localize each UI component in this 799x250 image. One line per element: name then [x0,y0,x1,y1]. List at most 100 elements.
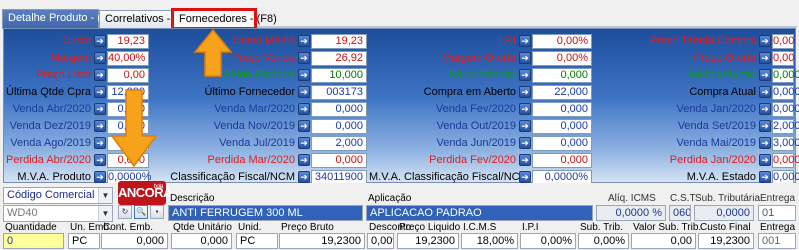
brand-logo: ANCORA bola [118,181,173,205]
field-value[interactable]: 0,000 [532,153,592,168]
item-field[interactable]: 19,2300 [397,233,459,249]
field-value[interactable]: 0,00% [532,34,592,49]
tab-correlativos[interactable]: Correlativos - (F7) [99,10,194,28]
column-header: Entrega [760,222,796,233]
item-field[interactable]: 0,00% [520,233,576,249]
arrow-right-icon[interactable]: ➔ [519,171,531,183]
field-value[interactable]: 003173 [311,85,367,100]
item-field[interactable]: 19,2300 [279,233,365,249]
field-label: Custo [62,35,91,47]
field-label: Venda Fev/2020 [435,103,516,115]
field-value[interactable]: 0,00 [107,68,149,83]
arrow-right-icon[interactable]: ➔ [94,69,106,81]
arrow-right-icon[interactable]: ➔ [298,171,310,183]
arrow-right-icon[interactable]: ➔ [519,69,531,81]
item-field[interactable]: 001 [758,233,796,249]
field-value[interactable]: 0,000 [532,119,592,134]
field-value[interactable]: 0,000 [532,136,592,151]
column-header: I.P.I [522,222,539,233]
field-value[interactable]: 2,000 [311,136,367,151]
field-value[interactable]: 0,000 [532,68,592,83]
arrow-right-icon[interactable]: ➔ [519,137,531,149]
tab-detalhe-produto[interactable]: Detalhe Produto - (F6) [2,9,117,29]
chevron-down-icon[interactable]: ▼ [98,188,112,203]
field-value[interactable]: 19,23 [311,34,367,49]
field-value[interactable]: 10,000 [311,68,367,83]
field-value[interactable]: 0,000 [772,102,799,117]
field-value[interactable]: 19,23 [107,34,149,49]
field-value[interactable]: 0,000 [772,153,799,168]
refresh-icon[interactable]: ↻ [118,205,132,219]
arrow-right-icon[interactable]: ➔ [759,171,771,183]
field-value[interactable]: 40,00% [107,51,149,66]
code-type-select[interactable]: Código Comercial ▼ [3,187,113,204]
delivery-label: Entrega [760,193,796,204]
item-field[interactable]: 0,000 [171,233,232,249]
arrow-right-icon[interactable]: ➔ [94,171,106,183]
arrow-right-icon[interactable]: ➔ [298,137,310,149]
item-field[interactable]: 0,00% [578,233,629,249]
column-header: Preço Bruto [281,222,334,233]
arrow-right-icon[interactable]: ➔ [519,120,531,132]
field-value[interactable]: 22,000 [532,85,592,100]
field-value[interactable]: 0,000 [532,102,592,117]
field-value[interactable]: 0,000 [311,102,367,117]
item-field[interactable]: 0,00 [631,233,696,249]
field-label: Perdida Abr/2020 [5,154,91,166]
search-icon[interactable]: 🔍 [134,205,148,219]
arrow-right-icon[interactable]: ➔ [298,69,310,81]
item-field[interactable]: 0 [3,233,64,249]
field-value[interactable]: 2,000 [772,119,799,134]
arrow-right-icon[interactable]: ➔ [759,154,771,166]
code-input[interactable]: WD40 ▼ [3,205,113,222]
arrow-right-icon[interactable]: ➔ [759,86,771,98]
field-value[interactable]: 26,92 [311,51,367,66]
field-label: Venda Jan/2020 [676,103,756,115]
arrow-right-icon[interactable]: ➔ [519,103,531,115]
chevron-down-icon[interactable]: ▼ [98,206,112,221]
item-field[interactable]: 0,00% [367,233,394,249]
field-label: Venda Set/2019 [677,120,756,132]
field-value[interactable]: 0,00 [772,34,794,49]
arrow-right-icon[interactable]: ➔ [298,35,310,47]
field-value[interactable]: 0,00 [772,51,794,66]
arrow-right-icon[interactable]: ➔ [94,52,106,64]
field-value[interactable]: 0,000 [311,119,367,134]
item-field[interactable]: 19,2300 [698,233,754,249]
arrow-right-icon[interactable]: ➔ [298,86,310,98]
field-value[interactable]: 0,000 [311,153,367,168]
field-label: Venda Mar/2020 [214,103,295,115]
arrow-right-icon[interactable]: ➔ [759,52,771,64]
item-field[interactable]: PC [236,233,278,249]
arrow-right-icon[interactable]: ➔ [298,120,310,132]
arrow-right-icon[interactable]: ➔ [759,137,771,149]
menu-icon[interactable]: ▪ [150,205,164,219]
arrow-right-icon[interactable]: ➔ [94,86,106,98]
item-field[interactable]: PC [68,233,100,249]
field-label: Venda Mai/2019 [676,137,756,149]
arrow-right-icon[interactable]: ➔ [94,120,106,132]
arrow-right-icon[interactable]: ➔ [298,154,310,166]
arrow-right-icon[interactable]: ➔ [94,103,106,115]
field-value[interactable]: 0,000 [772,85,799,100]
arrow-right-icon[interactable]: ➔ [519,86,531,98]
arrow-right-icon[interactable]: ➔ [298,103,310,115]
arrow-right-icon[interactable]: ➔ [94,35,106,47]
field-value[interactable]: 0,000 [772,68,799,83]
arrow-right-icon[interactable]: ➔ [519,35,531,47]
arrow-right-icon[interactable]: ➔ [759,69,771,81]
arrow-right-icon[interactable]: ➔ [759,120,771,132]
arrow-right-icon[interactable]: ➔ [519,52,531,64]
tab-fornecedores[interactable]: Fornecedores - (F8) [171,8,277,30]
arrow-right-icon[interactable]: ➔ [94,154,106,166]
item-field[interactable]: 18,00% [461,233,518,249]
brand-logo-small: bola [153,184,164,190]
arrow-right-icon[interactable]: ➔ [94,137,106,149]
arrow-right-icon[interactable]: ➔ [519,154,531,166]
field-value[interactable]: 3,000 [772,136,799,151]
arrow-right-icon[interactable]: ➔ [759,35,771,47]
item-field[interactable]: 0,000 [101,233,168,249]
arrow-right-icon[interactable]: ➔ [298,52,310,64]
arrow-right-icon[interactable]: ➔ [759,103,771,115]
field-value[interactable]: 0,00% [532,51,592,66]
